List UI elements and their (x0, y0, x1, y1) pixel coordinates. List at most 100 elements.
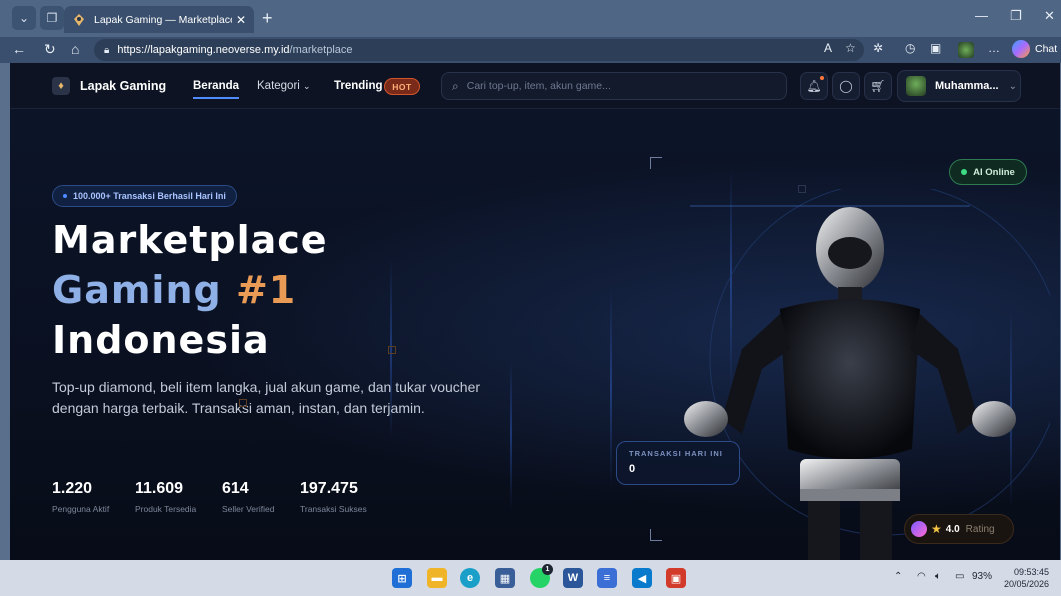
lock-icon[interactable]: 🔒︎ (104, 45, 109, 56)
stat-value: 1.220 (52, 480, 93, 497)
nav-link-trending[interactable]: Trending (334, 80, 383, 92)
nav-link-kategori[interactable]: Kategori ⌄ (257, 80, 311, 92)
chevron-down-icon: ⌄ (1008, 80, 1017, 92)
stat-item: 11.609 Produk Tersedia (135, 480, 196, 514)
favorite-icon[interactable]: ☆ (845, 41, 856, 55)
logo-icon: ♦ (52, 77, 70, 95)
chat-bubble-icon: ◯ (839, 79, 853, 93)
tab-title: Lapak Gaming — Marketplace Gar (94, 13, 232, 26)
stat-value: 197.475 (300, 480, 358, 497)
search-bar: ⌕ (441, 72, 787, 100)
stat-label: Transaksi Sukses (300, 504, 367, 514)
search-input[interactable] (466, 80, 767, 92)
site-navbar: ♦ Lapak Gaming Beranda Kategori ⌄ Trendi… (10, 63, 1060, 109)
hero-title-gaming: Gaming (52, 268, 222, 312)
chat-label: Chat (1035, 43, 1058, 55)
minimize-icon[interactable]: — (975, 8, 988, 23)
online-dot (961, 169, 968, 175)
copilot-chat-button[interactable]: Chat (1012, 40, 1057, 58)
workspaces-icon[interactable]: ❐ (40, 6, 64, 30)
stat-label: Pengguna Aktif (52, 504, 110, 514)
clock-time: 09:53:45 (1014, 567, 1050, 577)
logo-text: Lapak Gaming (80, 79, 167, 93)
url-field[interactable]: 🔒︎ https://lapakgaming.neoverse.my.id/ma… (94, 39, 864, 61)
app-icon[interactable]: ▣ (666, 568, 686, 588)
kategori-label: Kategori (257, 80, 300, 92)
stat-item: 1.220 Pengguna Aktif (52, 480, 109, 514)
rating-label: Rating (965, 523, 995, 535)
chat-button[interactable]: ◯ (832, 72, 860, 100)
battery-icon[interactable]: ▭ (955, 571, 964, 582)
hero-title-line1: Marketplace (52, 218, 328, 262)
stat-value: 11.609 (135, 480, 184, 497)
search-icon: ⌕ (452, 78, 459, 93)
browser-essentials-icon[interactable]: ◷ (905, 41, 915, 55)
hero-section: 100.000+ Transaksi Berhasil Hari Ini Mar… (10, 109, 1060, 560)
rating-badge: ★ 4.0 Rating (904, 514, 1014, 544)
chevron-down-icon: ⌄ (303, 81, 311, 91)
ai-online-label: AI Online (973, 166, 1015, 178)
tab-close-icon[interactable]: ✕ (236, 13, 246, 27)
refresh-icon[interactable]: ↻ (44, 41, 56, 58)
hero-description: Top-up diamond, beli item langka, jual a… (52, 379, 481, 416)
new-tab-button[interactable]: + (262, 8, 273, 29)
bell-icon: 🔔︎ (806, 79, 822, 93)
vscode-icon[interactable]: ◀ (632, 568, 652, 588)
hero-title-line2: Gaming #1 (52, 271, 296, 309)
site-logo[interactable]: ♦ Lapak Gaming (52, 77, 166, 95)
system-clock[interactable]: 09:53:45 20/05/2026 (1004, 566, 1049, 590)
hot-badge: HOT (384, 78, 420, 95)
read-aloud-icon[interactable]: A (824, 41, 832, 55)
hero-title-line3: Indonesia (52, 318, 270, 362)
restore-icon[interactable]: ❐ (1010, 8, 1022, 24)
stat-item: 197.475 Transaksi Sukses (300, 480, 367, 514)
clock-date: 20/05/2026 (1004, 579, 1050, 589)
site-favicon-icon (72, 13, 86, 27)
transaction-pill: 100.000+ Transaksi Berhasil Hari Ini (52, 185, 237, 207)
word-icon[interactable]: W (563, 568, 583, 588)
stat-label: Produk Tersedia (135, 504, 197, 514)
battery-percent: 93% (972, 571, 993, 582)
profile-icon[interactable] (958, 42, 974, 58)
cart-icon: 🛒︎ (870, 79, 886, 93)
nav-link-beranda[interactable]: Beranda (193, 80, 240, 99)
browser-titlebar: ⌄ ❐ Lapak Gaming — Marketplace Gar ✕ + —… (0, 0, 1061, 37)
close-window-icon[interactable]: ✕ (1044, 8, 1055, 24)
pill-dot (63, 194, 67, 198)
ai-online-badge: AI Online (949, 159, 1027, 185)
tab-actions-chevron-icon[interactable]: ⌄ (12, 6, 36, 30)
store-icon[interactable]: ▦ (495, 568, 515, 588)
home-icon[interactable]: ⌂ (71, 41, 79, 57)
notes-icon[interactable]: ≡ (597, 568, 617, 588)
star-icon: ★ (931, 522, 942, 536)
transactions-today-card: TRANSAKSI HARI INI 0 (616, 441, 740, 485)
whatsapp-icon[interactable]: 1 (530, 564, 553, 588)
cart-button[interactable]: 🛒︎ (864, 72, 892, 100)
back-icon[interactable]: ← (12, 41, 26, 57)
file-explorer-icon[interactable]: ▬ (427, 568, 447, 588)
url-path: /marketplace (289, 44, 353, 56)
decor-streak (610, 289, 612, 489)
extensions-icon[interactable]: ✲ (873, 41, 883, 55)
stat-item: 614 Seller Verified (222, 480, 274, 514)
volume-icon[interactable]: 🔈︎ (935, 571, 941, 582)
collections-icon[interactable]: ▣ (930, 41, 941, 55)
more-icon[interactable]: … (988, 41, 1000, 55)
avatar (906, 76, 926, 96)
decor-square (239, 399, 247, 407)
edge-icon[interactable]: e (460, 568, 480, 588)
user-menu-button[interactable]: Muhamma... ⌄ (897, 70, 1021, 102)
browser-tab-active[interactable]: Lapak Gaming — Marketplace Gar ✕ (64, 6, 254, 33)
user-name: Muhamma... (935, 80, 999, 92)
windows-start-icon[interactable]: ⊞ (392, 568, 412, 588)
copilot-icon (1012, 40, 1030, 58)
reviewer-avatar-icon (911, 521, 927, 537)
tray-chevron-up-icon[interactable]: ⌃ (894, 571, 902, 582)
robot-illustration (684, 189, 1050, 560)
notification-dot (820, 76, 824, 80)
wifi-icon[interactable]: ◠ (917, 571, 926, 582)
url-host: https://lapakgaming.neoverse.my.id (117, 44, 290, 56)
whatsapp-badge: 1 (542, 564, 553, 575)
notification-button[interactable]: 🔔︎ (800, 72, 828, 100)
os-taskbar: ⊞ ▬ e ▦ 1 W ≡ ◀ ▣ ⌃ ◠ 🔈︎ ▭ 93% 09:53:45 … (0, 560, 1061, 596)
